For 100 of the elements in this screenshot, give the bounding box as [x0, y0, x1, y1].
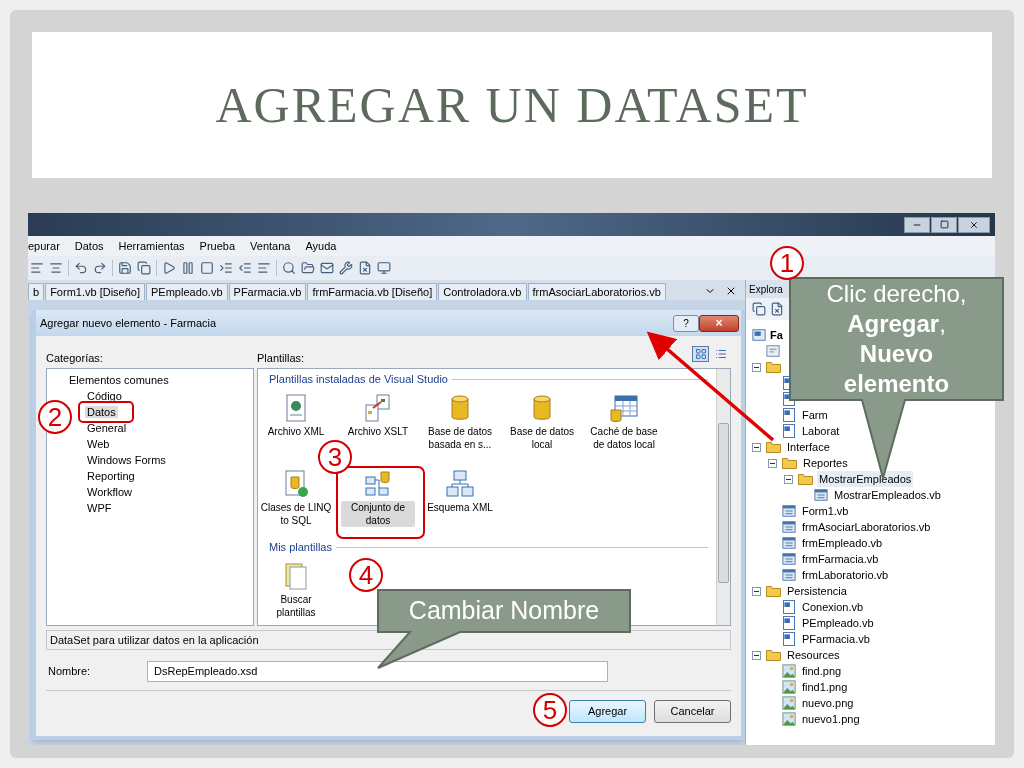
lines-icon[interactable]	[257, 261, 271, 275]
category-item[interactable]: Workflow	[85, 486, 135, 498]
tree-item[interactable]: Fa	[770, 326, 783, 344]
tree-item[interactable]: find.png	[800, 662, 844, 680]
copy-icon[interactable]	[137, 261, 151, 275]
save-icon[interactable]	[118, 261, 132, 275]
help-button[interactable]: ?	[673, 314, 699, 332]
outdent-icon[interactable]	[238, 261, 252, 275]
mail-icon[interactable]	[320, 261, 334, 275]
tree-item[interactable]: PFarmacia.vb	[800, 630, 872, 648]
menu-item[interactable]: Datos	[74, 237, 104, 255]
category-item[interactable]: Windows Forms	[85, 454, 168, 466]
window-icon[interactable]	[377, 261, 391, 275]
dataset-icon	[363, 469, 393, 499]
tree-item[interactable]: find1.png	[800, 678, 850, 696]
dialog-title: Agregar nuevo elemento - Farmacia	[40, 315, 218, 331]
form-file-icon	[782, 536, 796, 550]
grid-icon	[694, 348, 707, 360]
document-tab[interactable]: PEmpleado.vb	[146, 283, 228, 300]
folder-icon	[766, 649, 781, 661]
collapse-icon[interactable]	[767, 458, 777, 468]
scrollbar[interactable]	[716, 369, 730, 625]
folder-icon[interactable]	[301, 261, 315, 275]
category-item[interactable]: Reporting	[85, 470, 137, 482]
tree-item[interactable]: Persistencia	[785, 582, 849, 600]
close-button[interactable]: ×	[699, 314, 739, 332]
wrench-icon[interactable]	[339, 261, 353, 275]
tree-item[interactable]: Farm	[800, 406, 830, 424]
delete-file-icon[interactable]	[358, 261, 372, 275]
menu-item[interactable]: Prueba	[199, 237, 236, 255]
document-tab[interactable]: frmAsociarLaboratorios.vb	[527, 283, 666, 300]
close-icon[interactable]	[725, 285, 737, 297]
search-icon[interactable]	[282, 261, 296, 275]
align-icon[interactable]	[49, 261, 63, 275]
template-label[interactable]: Base de datos local	[505, 425, 579, 451]
document-tab[interactable]: PFarmacia.vb	[228, 283, 307, 300]
template-label[interactable]: Esquema XML	[426, 501, 494, 514]
document-tab[interactable]: Form1.vb [Diseño]	[45, 283, 145, 300]
tree-item[interactable]: frmEmpleado.vb	[800, 534, 885, 552]
document-tab[interactable]: b	[28, 283, 45, 300]
template-label[interactable]: Conjunto de datos	[341, 501, 415, 527]
category-item[interactable]: General	[85, 422, 129, 434]
collapse-icon[interactable]	[751, 586, 761, 596]
menu-item[interactable]: Ayuda	[305, 237, 337, 255]
category-item[interactable]: WPF	[85, 502, 114, 514]
grid-view-button[interactable]	[692, 346, 709, 362]
template-label[interactable]: Clases de LINQ to SQL	[259, 501, 333, 527]
callout-text: Cambiar Nombre	[408, 595, 600, 627]
stop-icon[interactable]	[200, 261, 214, 275]
category-item[interactable]: Elementos comunes	[47, 372, 253, 388]
tree-item[interactable]: Laborat	[800, 422, 842, 440]
menu-item[interactable]: Herramientas	[118, 237, 185, 255]
collapse-icon[interactable]	[751, 362, 761, 372]
tree-item[interactable]: Form1.vb	[800, 502, 851, 520]
tree-item[interactable]: MostrarEmpleados.vb	[832, 486, 943, 504]
minimize-button[interactable]	[904, 216, 930, 233]
tree-item[interactable]: frmLaboratorio.vb	[800, 566, 891, 584]
category-item[interactable]: Código	[85, 390, 124, 402]
indent-icon[interactable]	[219, 261, 233, 275]
undo-icon[interactable]	[74, 261, 88, 275]
collapse-icon[interactable]	[751, 442, 761, 452]
tree-item[interactable]: frmFarmacia.vb	[800, 550, 881, 568]
tree-item[interactable]: Interface	[785, 438, 832, 456]
tree-item[interactable]: nuevo1.png	[800, 710, 862, 728]
document-tab[interactable]: Controladora.vb	[438, 283, 527, 300]
close-button[interactable]	[958, 216, 990, 233]
pause-icon[interactable]	[181, 261, 195, 275]
template-label[interactable]: Caché de base de datos local	[587, 425, 661, 451]
document-tab[interactable]: frmFarmacia.vb [Diseño]	[307, 283, 438, 300]
dialog-button[interactable]: Agregar	[569, 700, 646, 723]
align-icon[interactable]	[30, 261, 44, 275]
play-icon[interactable]	[162, 261, 176, 275]
tree-item[interactable]: Reportes	[801, 454, 850, 472]
maximize-button[interactable]	[931, 216, 957, 233]
category-item[interactable]: Web	[85, 438, 112, 450]
category-item[interactable]: Datos	[85, 406, 118, 418]
template-label[interactable]: Archivo XSLT	[346, 425, 410, 438]
template-label[interactable]: Base de datos basada en s...	[423, 425, 497, 451]
menu-item[interactable]: epurar	[28, 237, 60, 255]
list-icon	[714, 348, 727, 360]
code-file-icon	[783, 424, 795, 438]
highlight-frame	[78, 401, 134, 423]
name-field[interactable]: DsRepEmpleado.xsd	[147, 660, 608, 682]
dialog-button[interactable]: Cancelar	[654, 700, 731, 723]
redo-icon[interactable]	[93, 261, 107, 275]
template-label[interactable]: Archivo XML	[266, 425, 326, 438]
settings-icon	[766, 344, 780, 358]
copy-icon[interactable]	[752, 302, 766, 316]
collapse-icon[interactable]	[751, 650, 761, 660]
panel-title: Explora	[749, 282, 783, 297]
tree-item[interactable]: Resources	[785, 646, 842, 664]
collapse-icon[interactable]	[783, 474, 793, 484]
template-label[interactable]: Buscar plantillas	[259, 593, 333, 619]
tree-item[interactable]: Conexion.vb	[800, 598, 866, 616]
tree-item[interactable]: PEmpleado.vb	[800, 614, 876, 632]
tree-item[interactable]: nuevo.png	[800, 694, 856, 712]
file-icon[interactable]	[770, 302, 784, 316]
menu-item[interactable]: Ventana	[250, 237, 291, 255]
tree-item[interactable]: MostrarEmpleados	[817, 470, 914, 488]
tree-item[interactable]: frmAsociarLaboratorios.vb	[800, 518, 933, 536]
